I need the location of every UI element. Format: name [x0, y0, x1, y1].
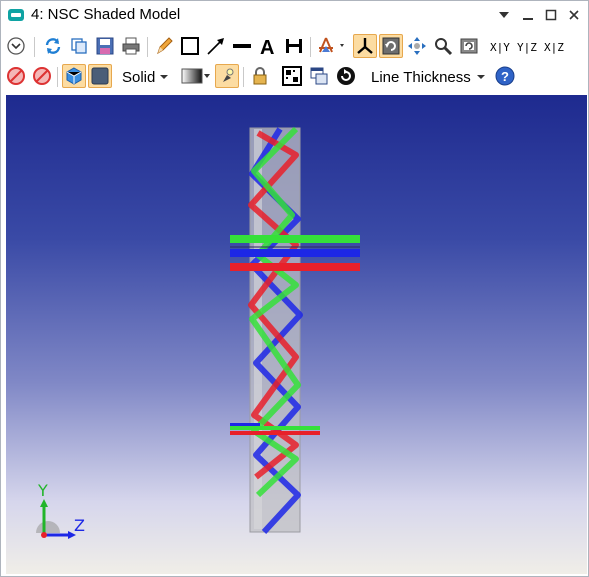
separator [310, 37, 311, 57]
rotate-view-icon[interactable] [379, 34, 403, 58]
chevron-down-icon [476, 75, 485, 79]
window-copy-icon[interactable] [307, 64, 331, 88]
title-bar: 4: NSC Shaded Model [1, 1, 588, 29]
checker-icon[interactable] [280, 64, 304, 88]
y-axis-arrow [40, 499, 48, 507]
copy-icon[interactable] [67, 34, 91, 58]
blue-beam-upper [230, 249, 360, 257]
separator [147, 37, 148, 57]
separator [57, 67, 58, 87]
refresh-icon[interactable] [334, 64, 358, 88]
arrow-icon[interactable] [204, 34, 228, 58]
pencil-icon[interactable] [152, 34, 176, 58]
line-icon[interactable] [230, 34, 254, 58]
flat-view-icon[interactable] [88, 64, 112, 88]
help-icon[interactable]: ? [493, 64, 517, 88]
pin-dropdown-icon[interactable] [494, 5, 514, 25]
toolbar-row-2: Solid Line Thickness ? [1, 61, 588, 91]
lock-icon[interactable] [248, 64, 272, 88]
text-icon[interactable]: A [256, 34, 280, 58]
minimize-button[interactable] [518, 5, 538, 25]
axis-orientation-icon[interactable] [353, 34, 377, 58]
maximize-button[interactable] [541, 5, 561, 25]
light-icon[interactable] [215, 64, 239, 88]
red-beam-upper [230, 263, 360, 271]
view-xz-button[interactable]: X|Z [544, 36, 564, 58]
svg-text:?: ? [501, 69, 509, 84]
pan-icon[interactable] [405, 34, 429, 58]
app-icon [8, 9, 24, 21]
axis-triad-hub [36, 521, 60, 533]
color-gradient-icon[interactable] [179, 64, 213, 88]
x-axis-point [41, 532, 47, 538]
y-axis-label: Y [38, 481, 48, 500]
blue-beam-lower [230, 423, 260, 426]
red-beam-lower [230, 431, 320, 435]
render-mode-label: Solid [122, 68, 156, 86]
line-thickness-label: Line Thickness [371, 68, 471, 86]
no-entry-icon[interactable] [30, 64, 54, 88]
update-icon[interactable] [41, 34, 65, 58]
svg-text:A: A [260, 37, 274, 56]
close-button[interactable] [564, 5, 584, 25]
window-title: 4: NSC Shaded Model [31, 6, 181, 23]
green-beam-lower [230, 426, 320, 430]
zoom-icon[interactable] [431, 34, 455, 58]
line-thickness-dropdown[interactable]: Line Thickness [371, 66, 486, 88]
print-icon[interactable] [119, 34, 143, 58]
save-icon[interactable] [93, 34, 117, 58]
toolbar-row-1: A X|Y Y|Z X|Z [1, 31, 588, 61]
beam-shadow [230, 246, 360, 248]
nsc-shaded-model-window: 4: NSC Shaded Model A X|Y Y|Z X|Z Solid … [0, 0, 589, 577]
separator [34, 37, 35, 57]
no-entry-icon[interactable] [4, 64, 28, 88]
reset-view-icon[interactable] [457, 34, 481, 58]
view-xy-button[interactable]: X|Y [490, 36, 510, 58]
separator [243, 67, 244, 87]
chevron-down-icon [160, 75, 169, 79]
dimension-icon[interactable] [282, 34, 306, 58]
cube-view-icon[interactable] [62, 64, 86, 88]
green-beam-upper [230, 235, 360, 243]
z-axis-label: Z [74, 516, 85, 535]
3d-viewport[interactable]: Y Z [6, 95, 587, 574]
layout-options-icon[interactable] [314, 34, 350, 58]
settings-dropdown-icon[interactable] [4, 34, 28, 58]
render-mode-dropdown[interactable]: Solid [122, 66, 169, 88]
shaded-model-render [36, 126, 360, 539]
rectangle-icon[interactable] [178, 34, 202, 58]
view-yz-button[interactable]: Y|Z [517, 36, 537, 58]
